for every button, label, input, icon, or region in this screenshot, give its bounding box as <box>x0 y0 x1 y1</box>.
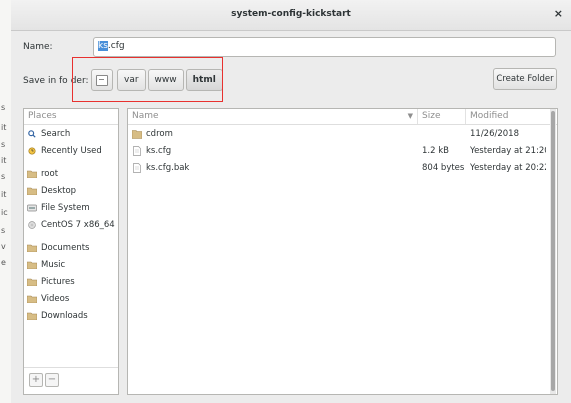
window-title: system-config-kickstart <box>231 9 351 19</box>
places-header: Places <box>24 109 118 125</box>
sidebar-item-centos[interactable]: CentOS 7 x86_64 <box>24 216 118 233</box>
remove-bookmark-button[interactable]: − <box>45 373 59 387</box>
column-header-modified[interactable]: Modified <box>466 109 546 124</box>
sidebar-item-search[interactable]: Search <box>24 125 118 142</box>
sidebar-item-label: Music <box>41 259 66 270</box>
sidebar-item-label: File System <box>41 202 90 213</box>
sidebar-item-label: Documents <box>41 242 90 253</box>
strip-text: s <box>1 103 6 112</box>
sidebar-item-label: Search <box>41 128 71 139</box>
sidebar-item-label: Desktop <box>41 185 77 196</box>
add-bookmark-button[interactable]: + <box>29 373 43 387</box>
file-row[interactable]: cdrom 11/26/2018 <box>128 125 557 142</box>
strip-text: it <box>1 190 7 199</box>
sort-arrow-icon: ▼ <box>407 112 413 120</box>
scrollbar-thumb[interactable] <box>551 111 555 391</box>
places-sidebar: Places Search Recently Used root Desktop… <box>23 108 119 395</box>
file-name: cdrom <box>146 128 173 139</box>
sidebar-item-root[interactable]: root <box>24 165 118 182</box>
close-icon[interactable]: × <box>554 7 563 20</box>
strip-text: v <box>1 242 6 251</box>
save-dialog: system-config-kickstart × Name: ks.cfg S… <box>11 0 571 403</box>
strip-text: s <box>1 226 6 235</box>
places-footer: + − <box>24 367 118 394</box>
file-row[interactable]: ks.cfg.bak 804 bytes Yesterday at 20:22 <box>128 159 557 176</box>
sidebar-item-music[interactable]: Music <box>24 256 118 273</box>
sidebar-item-label: Videos <box>41 293 70 304</box>
sidebar-item-label: Recently Used <box>41 145 102 156</box>
file-modified: 11/26/2018 <box>470 128 519 139</box>
file-name: ks.cfg.bak <box>146 162 190 173</box>
sidebar-item-label: Pictures <box>41 276 75 287</box>
file-list-header: Name ▼ Size Modified <box>128 109 557 125</box>
folder-icon <box>27 295 37 303</box>
file-list: Name ▼ Size Modified cdrom 11/26/2018 ks.… <box>127 108 558 395</box>
file-name: ks.cfg <box>146 145 172 156</box>
sidebar-item-label: root <box>41 168 59 179</box>
folder-icon <box>27 170 37 178</box>
filename-selected-text: ks <box>98 41 108 51</box>
column-header-name[interactable]: Name ▼ <box>128 109 418 124</box>
file-modified: Yesterday at 21:20 <box>470 145 546 156</box>
sidebar-item-label: CentOS 7 x86_64 <box>41 219 115 230</box>
folder-icon <box>27 261 37 269</box>
sidebar-item-documents[interactable]: Documents <box>24 239 118 256</box>
annotation-highlight-box <box>72 57 223 102</box>
strip-text: it <box>1 123 7 132</box>
sidebar-item-desktop[interactable]: Desktop <box>24 182 118 199</box>
strip-text: s <box>1 140 6 149</box>
folder-icon <box>27 187 37 195</box>
filename-rest-text: .cfg <box>107 41 125 51</box>
search-icon <box>28 129 36 138</box>
folder-icon <box>27 244 37 252</box>
folder-icon <box>27 278 37 286</box>
title-bar[interactable]: system-config-kickstart × <box>11 0 571 31</box>
sidebar-item-downloads[interactable]: Downloads <box>24 307 118 324</box>
file-size: 804 bytes <box>422 162 465 173</box>
drive-icon <box>27 204 37 211</box>
strip-text: ic <box>1 208 8 217</box>
strip-text: s <box>1 172 6 181</box>
sidebar-item-recently-used[interactable]: Recently Used <box>24 142 118 159</box>
file-size: 1.2 kB <box>422 145 449 156</box>
strip-text: e <box>1 258 6 267</box>
strip-text: it <box>1 156 7 165</box>
column-header-size[interactable]: Size <box>418 109 466 124</box>
clock-icon <box>28 146 36 155</box>
sidebar-item-videos[interactable]: Videos <box>24 290 118 307</box>
name-label: Name: <box>23 42 53 52</box>
sidebar-item-label: Downloads <box>41 310 88 321</box>
file-modified: Yesterday at 20:22 <box>470 162 546 173</box>
file-icon <box>133 145 141 156</box>
folder-icon <box>132 129 142 139</box>
vertical-scrollbar[interactable] <box>550 109 556 394</box>
create-folder-button[interactable]: Create Folder <box>493 68 557 90</box>
file-icon <box>133 162 141 173</box>
disc-icon <box>28 220 36 229</box>
sidebar-item-pictures[interactable]: Pictures <box>24 273 118 290</box>
file-row[interactable]: ks.cfg 1.2 kB Yesterday at 21:20 <box>128 142 557 159</box>
filename-input[interactable]: ks.cfg <box>93 37 556 57</box>
folder-icon <box>27 312 37 320</box>
sidebar-item-file-system[interactable]: File System <box>24 199 118 216</box>
